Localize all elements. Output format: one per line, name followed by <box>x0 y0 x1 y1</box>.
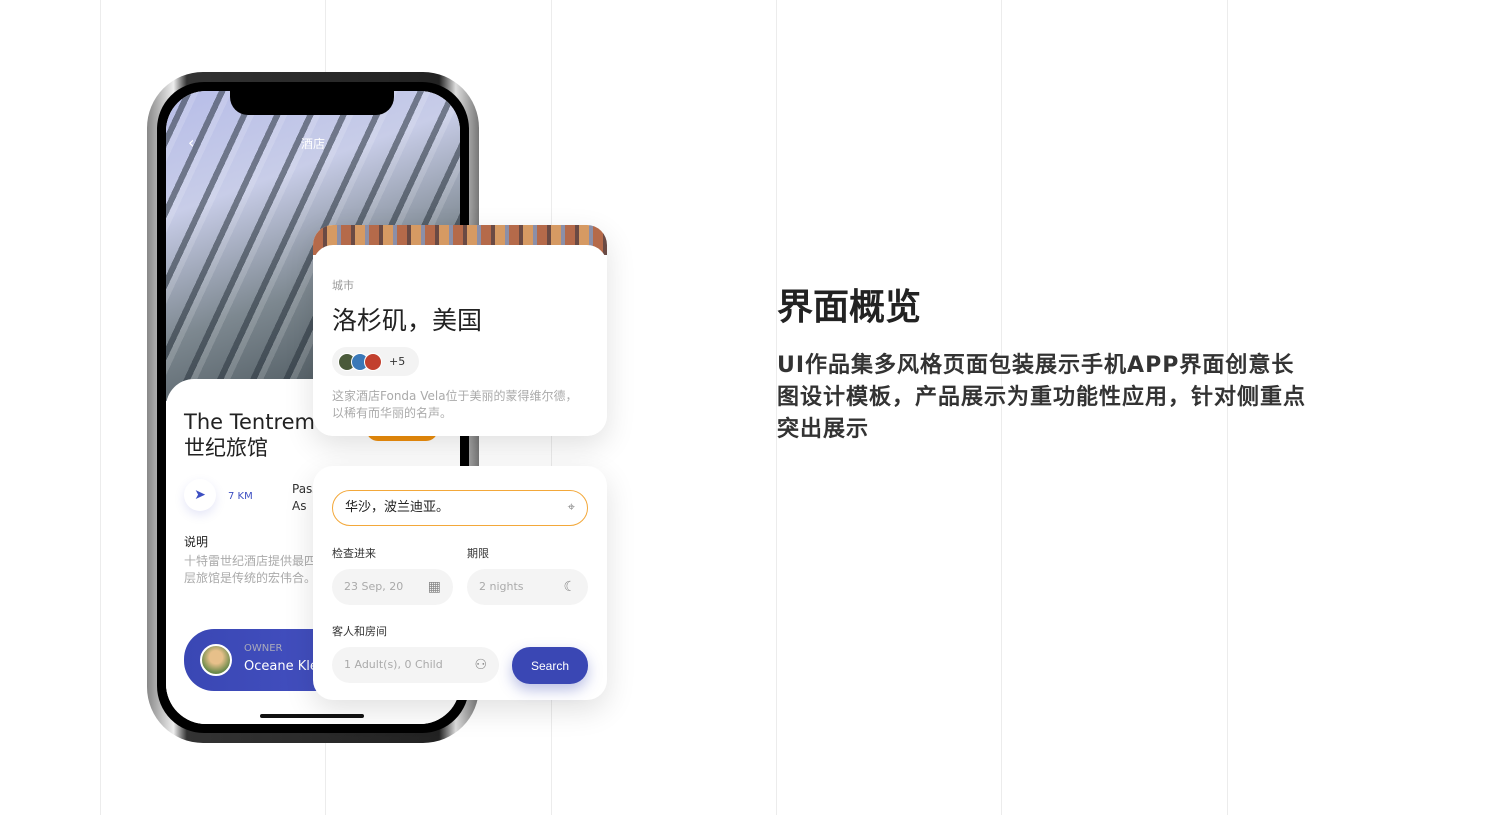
guests-label: 客人和房间 <box>332 625 387 638</box>
location-input[interactable]: 华沙，波兰迪亚。 ⌖ <box>332 490 588 526</box>
guests-field[interactable]: 1 Adult(s), 0 Child ⚇ <box>332 647 499 683</box>
search-button[interactable]: Search <box>512 647 588 684</box>
description: 十特雷世纪酒店提供最四层旅馆是传统的宏伟合。 <box>184 554 317 585</box>
owner-name: Oceane Klei <box>244 659 322 674</box>
extra-count: +5 <box>389 355 406 368</box>
calendar-icon: ▦ <box>427 579 441 595</box>
city-description: 这家酒店Fonda Vela位于美丽的蒙得维尔德，以稀有而华丽的名声。 <box>332 389 578 420</box>
distance: 7 KM <box>228 491 253 502</box>
home-indicator <box>260 714 364 718</box>
add-user-icon: ⚇ <box>474 657 487 673</box>
phone-notch <box>230 91 394 115</box>
moon-icon: ☾ <box>563 579 576 595</box>
avatar-group[interactable]: +5 <box>332 347 420 376</box>
check-in-value: 23 Sep, 20 <box>344 580 404 593</box>
section-description: UI作品集多风格页面包装展示手机APP界面创意长图设计模板，产品展示为重功能性应… <box>777 353 1307 442</box>
check-in-field[interactable]: 23 Sep, 20 ▦ <box>332 569 453 605</box>
screen-title: 酒店 <box>300 137 325 151</box>
map-pin-icon: ⌖ <box>567 500 575 515</box>
search-card: 华沙，波兰迪亚。 ⌖ 检查进来 期限 23 Sep, 20 ▦ 2 nights ☾ … <box>313 466 607 700</box>
city-label: 城市 <box>332 279 354 292</box>
grid-line <box>100 0 101 815</box>
guests-value: 1 Adult(s), 0 Child <box>344 658 443 671</box>
owner-label: OWNER <box>244 643 283 654</box>
city-card: 城市 洛杉矶，美国 +5 这家酒店Fonda Vela位于美丽的蒙得维尔德，以稀… <box>313 225 607 436</box>
description-heading: 说明 <box>184 535 209 549</box>
navigation-icon[interactable]: ➤ <box>184 479 216 511</box>
check-in-label: 检查进来 <box>332 547 376 560</box>
period-field[interactable]: 2 nights ☾ <box>467 569 588 605</box>
section-title: 界面概览 <box>777 287 922 328</box>
period-label: 期限 <box>467 547 489 560</box>
location-value: 华沙，波兰迪亚。 <box>345 500 450 515</box>
period-value: 2 nights <box>479 580 524 593</box>
avatar <box>364 352 382 371</box>
city-name: 洛杉矶，美国 <box>332 306 483 335</box>
avatar <box>200 644 232 676</box>
